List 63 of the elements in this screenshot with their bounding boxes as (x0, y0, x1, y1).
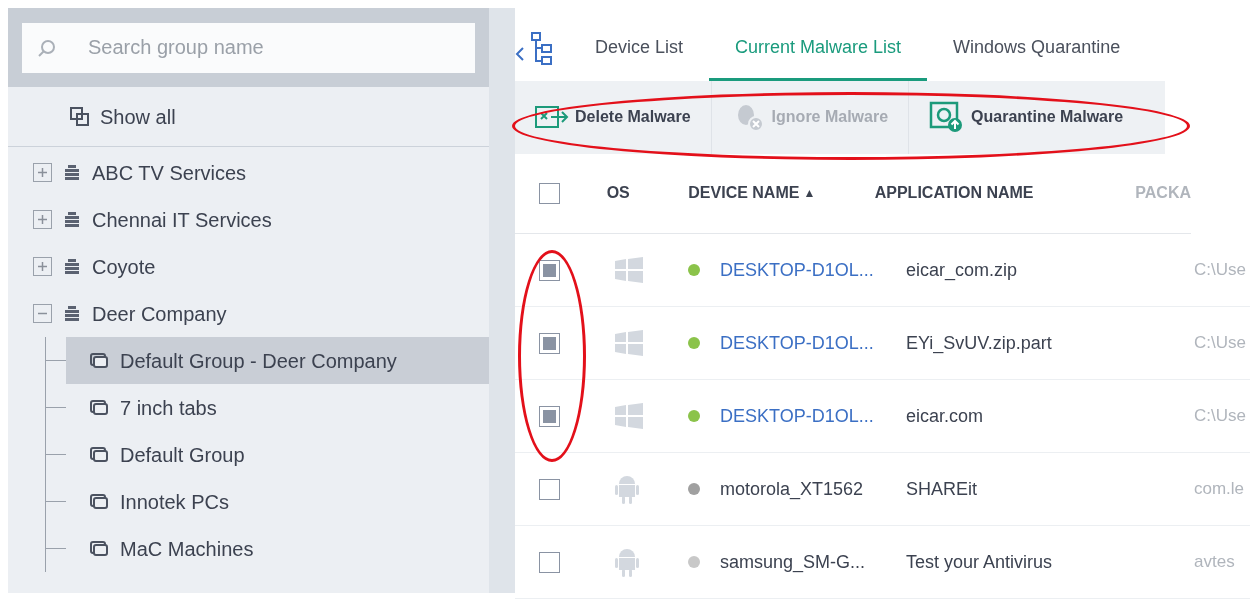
plus-box-icon[interactable] (33, 210, 52, 229)
windows-logo-icon (615, 257, 643, 283)
package-path: com.le (1194, 478, 1245, 501)
search-icon (38, 38, 56, 57)
row-checkbox[interactable] (539, 332, 560, 354)
column-header: OS (605, 183, 631, 204)
overlapping-squares-icon (70, 106, 90, 127)
tree-item[interactable]: Chennai IT Services (8, 196, 489, 243)
tree-item[interactable]: Coyote (8, 243, 489, 290)
row-checkbox[interactable] (539, 182, 560, 204)
windows-logo-icon (615, 330, 643, 356)
plus-box-icon[interactable] (33, 163, 52, 182)
column-header: PACKA (1135, 183, 1191, 204)
server-stack-icon (64, 305, 80, 322)
package-path: C:\Use (1194, 259, 1246, 282)
chevron-left-icon[interactable] (515, 45, 525, 62)
delete-box-icon (535, 105, 569, 130)
server-stack-icon (64, 258, 80, 275)
toolbar-button[interactable]: Delete Malware (515, 80, 711, 154)
application-name: eicar.com (906, 404, 985, 428)
row-checkbox[interactable] (539, 259, 560, 281)
monitor-icon (90, 493, 108, 510)
server-stack-icon (64, 164, 80, 181)
tab[interactable]: Windows Quarantine (927, 16, 1147, 81)
android-robot-icon (615, 474, 639, 504)
hierarchy-icon[interactable] (531, 31, 553, 66)
device-link[interactable]: DESKTOP-D1OL... (700, 402, 906, 430)
application-name: SHAREit (906, 477, 978, 501)
column-header: APPLICATION NAME (874, 183, 1035, 204)
device-link[interactable]: DESKTOP-D1OL... (700, 329, 906, 357)
row-checkbox[interactable] (539, 405, 560, 427)
device-link[interactable]: DESKTOP-D1OL... (700, 256, 906, 284)
column-header[interactable]: DEVICE NAME ▲ (676, 181, 875, 206)
package-path: C:\Use (1194, 332, 1246, 355)
package-path: C:\Use (1194, 405, 1246, 428)
device-name: motorola_XT1562 (719, 477, 865, 502)
show-all-link[interactable]: Show all (100, 101, 176, 132)
tree-item[interactable]: Default Group (66, 431, 489, 478)
tree-item[interactable]: Default Group - Deer Company (66, 337, 489, 384)
toolbar-button[interactable]: Quarantine Malware (908, 80, 1144, 154)
tree-item[interactable]: ABC TV Services (8, 149, 489, 196)
monitor-icon (90, 352, 108, 369)
tree-item[interactable]: Deer Company (8, 290, 489, 337)
tree-item[interactable]: MaC Machines (66, 525, 489, 572)
monitor-icon (90, 540, 108, 557)
tab[interactable]: Device List (569, 16, 710, 81)
monitor-icon (90, 446, 108, 463)
server-stack-icon (64, 211, 80, 228)
device-name: samsung_SM-G... (719, 550, 867, 575)
application-name: EYi_SvUV.zip.part (906, 331, 1053, 356)
android-robot-icon (615, 547, 639, 577)
minus-box-icon[interactable] (33, 304, 52, 323)
application-name: eicar_com.zip (906, 258, 1019, 283)
monitor-icon (90, 399, 108, 416)
row-checkbox[interactable] (539, 551, 560, 573)
row-checkbox[interactable] (539, 478, 560, 500)
tree-item[interactable]: Innotek PCs (66, 478, 489, 525)
windows-logo-icon (615, 403, 643, 429)
search-field[interactable]: Search group name (22, 22, 475, 73)
tree-item[interactable]: 7 inch tabs (66, 384, 489, 431)
application-name: Test your Antivirus (906, 550, 1054, 574)
package-path: avtes (1194, 551, 1235, 574)
plus-box-icon[interactable] (33, 257, 52, 276)
